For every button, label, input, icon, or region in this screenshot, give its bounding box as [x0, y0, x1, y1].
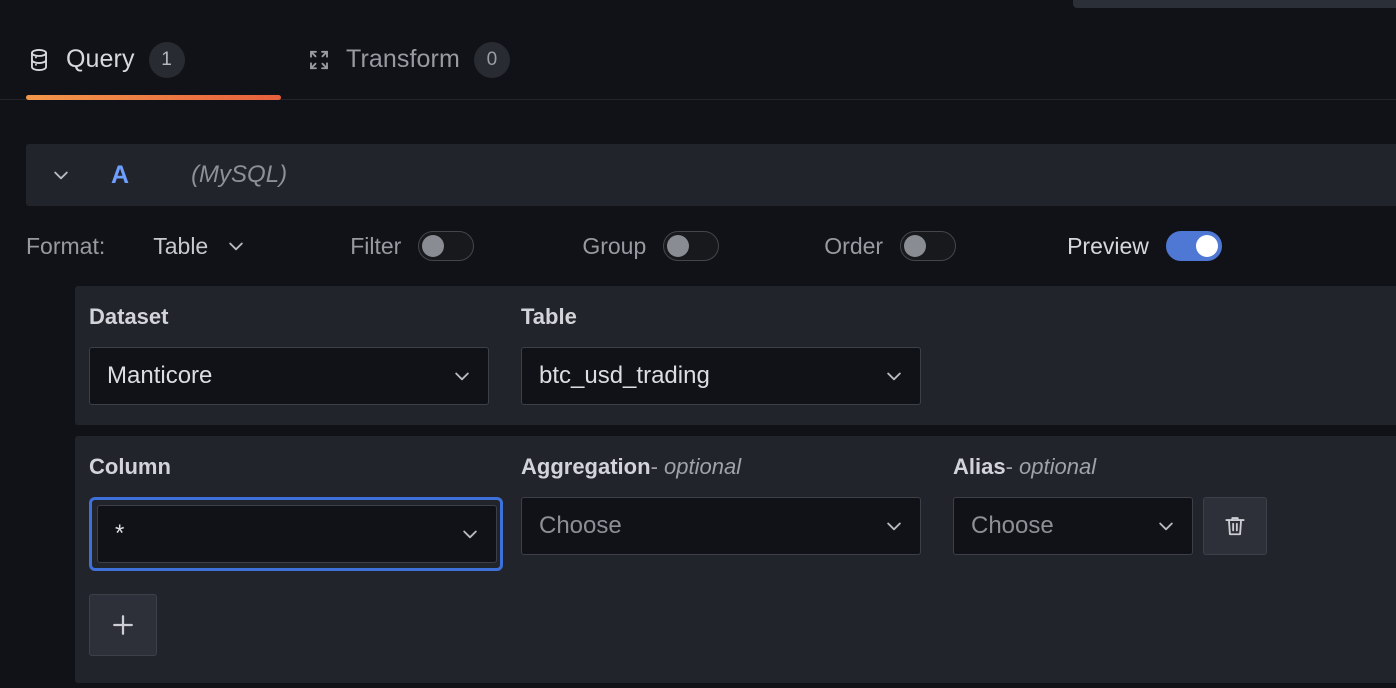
- filter-toggle-group: Filter: [350, 231, 474, 261]
- tab-query[interactable]: Query 1: [26, 20, 185, 99]
- dataset-select-value: Manticore: [107, 364, 212, 388]
- aggregation-label-text: Aggregation: [521, 454, 651, 479]
- aggregation-select-value: Choose: [539, 514, 622, 538]
- dataset-field-row: Dataset Manticore Table btc_usd_trading: [75, 286, 1396, 405]
- format-select[interactable]: Table: [153, 235, 246, 258]
- tab-transform[interactable]: Transform 0: [306, 20, 510, 99]
- dataset-label: Dataset: [89, 306, 521, 328]
- add-column-button[interactable]: [89, 594, 157, 656]
- tab-transform-badge: 0: [474, 42, 510, 78]
- tab-query-label: Query: [66, 47, 135, 72]
- trash-icon: [1222, 513, 1248, 539]
- alias-select[interactable]: Choose: [953, 497, 1193, 555]
- collapse-query-button[interactable]: [39, 153, 83, 197]
- query-row-header: A (MySQL): [26, 144, 1396, 206]
- add-column-row: [75, 594, 1396, 656]
- group-label: Group: [582, 235, 646, 258]
- aggregation-label-optional: optional: [664, 454, 741, 479]
- aggregation-label-dash: -: [651, 454, 658, 479]
- dataset-select[interactable]: Manticore: [89, 347, 489, 405]
- chevron-down-icon: [51, 165, 71, 185]
- delete-column-button[interactable]: [1203, 497, 1267, 555]
- group-toggle-group: Group: [582, 231, 719, 261]
- tab-query-badge: 1: [149, 42, 185, 78]
- dataset-field: Dataset Manticore: [89, 306, 521, 405]
- column-select[interactable]: *: [97, 505, 497, 563]
- tab-transform-label: Transform: [346, 47, 460, 72]
- alias-label-text: Alias: [953, 454, 1006, 479]
- preview-toggle[interactable]: [1166, 231, 1222, 261]
- table-field: Table btc_usd_trading: [521, 306, 953, 405]
- chevron-down-icon: [452, 366, 472, 386]
- preview-label: Preview: [1067, 235, 1149, 258]
- column-field-row: Column * Aggregation- optional Choose: [75, 436, 1396, 571]
- column-label: Column: [89, 456, 521, 478]
- column-field: Column *: [89, 456, 521, 571]
- toggle-knob: [667, 235, 689, 257]
- format-label: Format:: [26, 235, 105, 258]
- query-options-row: Format: Table Filter Group Order: [26, 215, 1396, 277]
- column-select-focus-ring: *: [89, 497, 503, 571]
- transform-icon: [306, 47, 332, 73]
- columns-panel: Column * Aggregation- optional Choose: [75, 436, 1396, 683]
- format-value: Table: [153, 235, 208, 258]
- alias-select-value: Choose: [971, 514, 1054, 538]
- chevron-down-icon: [226, 236, 246, 256]
- table-select[interactable]: btc_usd_trading: [521, 347, 921, 405]
- column-select-value: *: [115, 522, 124, 546]
- query-editor-root: Query 1 Transform 0: [0, 0, 1396, 688]
- alias-label-dash: -: [1006, 454, 1013, 479]
- delete-column-wrap: [1203, 456, 1267, 555]
- table-select-value: btc_usd_trading: [539, 364, 710, 388]
- order-label: Order: [824, 235, 883, 258]
- offscreen-panel-sliver: [1073, 0, 1396, 8]
- table-label: Table: [521, 306, 953, 328]
- order-toggle[interactable]: [900, 231, 956, 261]
- query-ref-id[interactable]: A: [111, 163, 129, 188]
- toggle-knob: [1196, 235, 1218, 257]
- toggle-knob: [904, 235, 926, 257]
- alias-field: Alias- optional Choose: [953, 456, 1193, 555]
- aggregation-field: Aggregation- optional Choose: [521, 456, 953, 555]
- preview-toggle-group: Preview: [1067, 231, 1222, 261]
- filter-label: Filter: [350, 235, 401, 258]
- editor-tab-bar: Query 1 Transform 0: [0, 20, 1396, 100]
- alias-label-optional: optional: [1019, 454, 1096, 479]
- aggregation-label: Aggregation- optional: [521, 456, 953, 478]
- alias-label: Alias- optional: [953, 456, 1193, 478]
- database-icon: [26, 47, 52, 73]
- toggle-knob: [422, 235, 444, 257]
- dataset-panel: Dataset Manticore Table btc_usd_trading: [75, 286, 1396, 425]
- query-body: A (MySQL) Format: Table Filter Group: [0, 101, 1396, 688]
- group-toggle[interactable]: [663, 231, 719, 261]
- plus-icon: [108, 610, 138, 640]
- filter-toggle[interactable]: [418, 231, 474, 261]
- chevron-down-icon: [460, 524, 480, 544]
- aggregation-select[interactable]: Choose: [521, 497, 921, 555]
- chevron-down-icon: [884, 516, 904, 536]
- active-tab-indicator: [26, 95, 281, 100]
- chevron-down-icon: [1156, 516, 1176, 536]
- chevron-down-icon: [884, 366, 904, 386]
- query-datasource-label: (MySQL): [191, 163, 287, 187]
- order-toggle-group: Order: [824, 231, 956, 261]
